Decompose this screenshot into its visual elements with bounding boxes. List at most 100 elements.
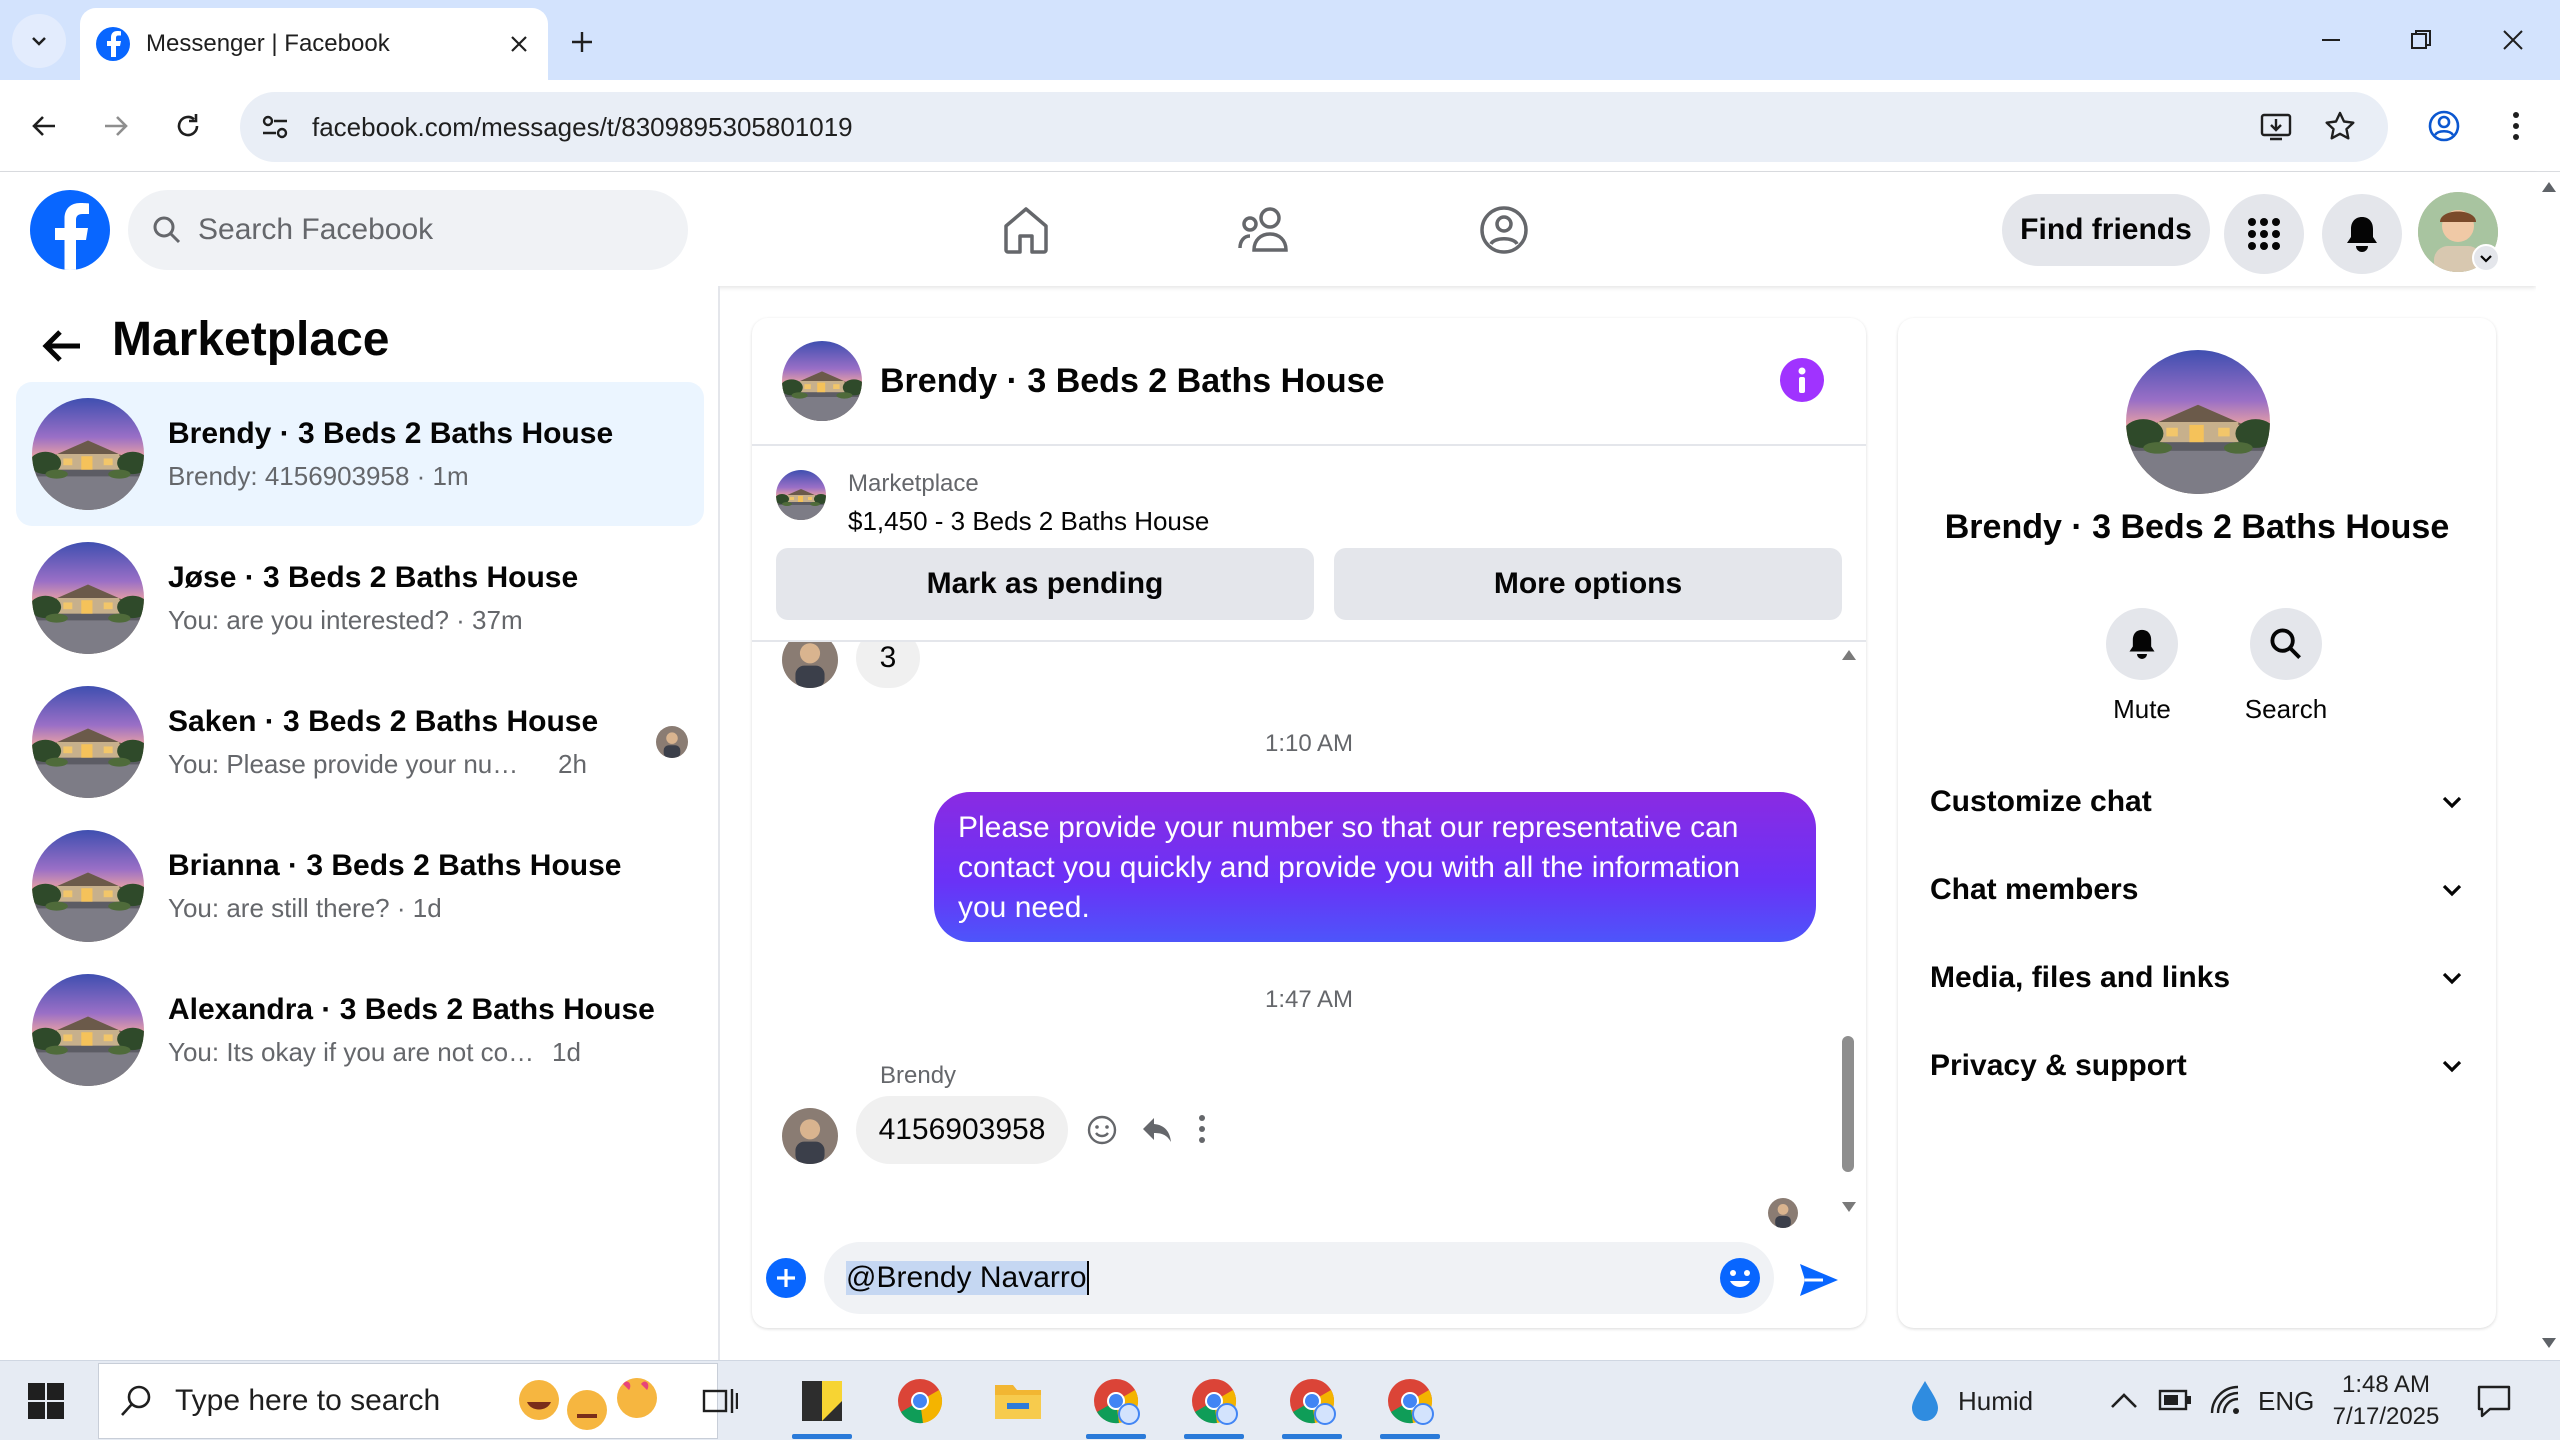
taskbar-chrome-profile[interactable] [1378,1371,1442,1439]
tab-search-dropdown[interactable] [12,14,66,68]
text-cursor [1086,1261,1089,1295]
chrome-icon [1192,1379,1238,1425]
conversation-item[interactable]: Brendy · 3 Beds 2 Baths House Brendy: 41… [16,382,704,526]
incoming-message-bubble[interactable]: 4156903958 [856,1096,1068,1164]
send-icon[interactable] [1796,1258,1840,1302]
mute-label: Mute [2113,694,2171,724]
conversation-item[interactable]: Saken · 3 Beds 2 Baths House You: Please… [16,670,704,814]
plus-icon [572,32,592,52]
conversation-item[interactable]: Jøse · 3 Beds 2 Baths House You: are you… [16,526,704,670]
address-bar[interactable]: facebook.com/messages/t/8309895305801019 [240,92,2388,162]
section-privacy-support[interactable]: Privacy & support [1930,1038,2464,1094]
message-input[interactable]: @Brendy Navarro [824,1242,1774,1314]
url-text[interactable]: facebook.com/messages/t/8309895305801019 [312,112,853,143]
chevron-down-icon [2442,796,2462,809]
scroll-down-icon[interactable] [2542,1338,2556,1348]
chrome-icon [1094,1379,1140,1425]
install-app-icon[interactable] [2260,112,2292,142]
conversation-name: Brendy · 3 Beds 2 Baths House [168,416,614,450]
react-emoji-icon[interactable] [1086,1114,1118,1146]
tab-close-icon[interactable] [504,29,534,59]
outgoing-message-bubble[interactable]: Please provide your number so that our r… [934,792,1816,942]
section-customize-chat[interactable]: Customize chat [1930,774,2464,830]
input-language[interactable]: ENG [2258,1361,2314,1440]
taskbar-chrome-profile[interactable] [1182,1371,1246,1439]
section-media-files-links[interactable]: Media, files and links [1930,950,2464,1006]
restore-button[interactable] [2386,12,2456,68]
section-chat-members[interactable]: Chat members [1930,862,2464,918]
taskbar-file-explorer[interactable] [986,1371,1050,1431]
mute-button[interactable]: Mute [2082,608,2202,725]
more-actions-button[interactable] [766,1258,806,1298]
back-button[interactable] [20,102,68,150]
search-in-conversation-button[interactable]: Search [2226,608,2346,725]
forward-button[interactable] [92,102,140,150]
facebook-search[interactable] [128,190,688,270]
conversation-info-button[interactable] [1780,358,1824,402]
taskbar-search-text: Type here to search [175,1384,441,1417]
notification-center-icon[interactable] [2476,1383,2512,1419]
facebook-search-input[interactable] [198,213,638,247]
nav-friends[interactable] [1228,194,1300,266]
message-input-value[interactable]: @Brendy Navarro [846,1261,1087,1295]
weather-text: Humid [1958,1385,2034,1416]
nav-home[interactable] [990,194,1062,266]
scroll-up-icon[interactable] [1842,650,1856,660]
reload-button[interactable] [164,102,212,150]
chat-scroll-thumb[interactable] [1842,1036,1854,1172]
browser-tab-messenger[interactable]: Messenger | Facebook [80,8,548,80]
message-composer: @Brendy Navarro [752,1228,1866,1328]
facebook-logo-icon[interactable] [30,190,110,270]
listing-price[interactable]: $1,450 - 3 Beds 2 Baths House [848,506,1209,537]
taskbar-search[interactable]: Type here to search [98,1363,718,1439]
listing-thumbnail [32,974,144,1086]
conversation-item[interactable]: Alexandra · 3 Beds 2 Baths House You: It… [16,958,704,1102]
nav-groups[interactable] [1468,194,1540,266]
chat-scrollbar[interactable] [1836,642,1860,1228]
task-view-button[interactable] [688,1371,752,1431]
taskbar-sticky-notes[interactable] [790,1371,854,1439]
chat-avatar[interactable] [782,341,862,421]
battery-icon[interactable] [2158,1387,2192,1413]
plus-circle-icon [777,1269,795,1287]
conversation-list-panel: Marketplace Brendy · 3 Beds 2 Baths Hous… [0,286,720,1360]
arrow-right-icon [105,116,128,136]
more-actions-icon[interactable] [1198,1114,1206,1144]
site-settings-icon[interactable] [260,112,290,142]
bookmark-star-icon[interactable] [2324,110,2356,142]
conversation-preview: You: are you interested? [168,604,449,635]
taskbar-chrome-profile[interactable] [1084,1371,1148,1439]
minimize-button[interactable] [2296,12,2366,68]
new-tab-button[interactable] [560,20,604,64]
scroll-down-icon[interactable] [1842,1202,1856,1212]
incoming-message-bubble[interactable]: 3 [856,642,920,688]
taskbar-chrome-profile[interactable] [1280,1371,1344,1439]
browser-menu-button[interactable] [2492,102,2540,150]
page-scrollbar[interactable] [2536,172,2560,1360]
back-arrow-icon[interactable] [38,322,86,370]
reply-icon[interactable] [1140,1114,1174,1146]
search-icon [2270,628,2301,659]
wifi-icon[interactable] [2210,1385,2242,1417]
account-menu-chevron-icon[interactable] [2472,244,2500,272]
chat-title[interactable]: Brendy · 3 Beds 2 Baths House [880,362,1384,401]
chrome-icon [1388,1379,1434,1425]
close-window-button[interactable] [2478,12,2548,68]
profile-button[interactable] [2420,102,2468,150]
contact-avatar[interactable] [2126,350,2270,494]
emoji-icon[interactable] [1718,1256,1762,1300]
mark-as-pending-button[interactable]: Mark as pending [776,548,1314,620]
chevron-up-icon[interactable] [2110,1391,2138,1409]
windows-start-icon[interactable] [26,1381,66,1421]
notifications-button[interactable] [2322,194,2402,274]
taskbar-chrome[interactable] [888,1371,952,1431]
scroll-up-icon[interactable] [2542,182,2556,192]
menu-button[interactable] [2224,194,2304,274]
chevron-down-icon [32,37,46,46]
find-friends-button[interactable]: Find friends [2002,194,2210,266]
more-options-button[interactable]: More options [1334,548,1842,620]
listing-thumbnail[interactable] [776,470,826,520]
weather-widget[interactable]: Humid [1908,1361,2033,1440]
system-clock[interactable]: 1:48 AM 7/17/2025 [2326,1369,2446,1433]
conversation-item[interactable]: Brianna · 3 Beds 2 Baths House You: are … [16,814,704,958]
